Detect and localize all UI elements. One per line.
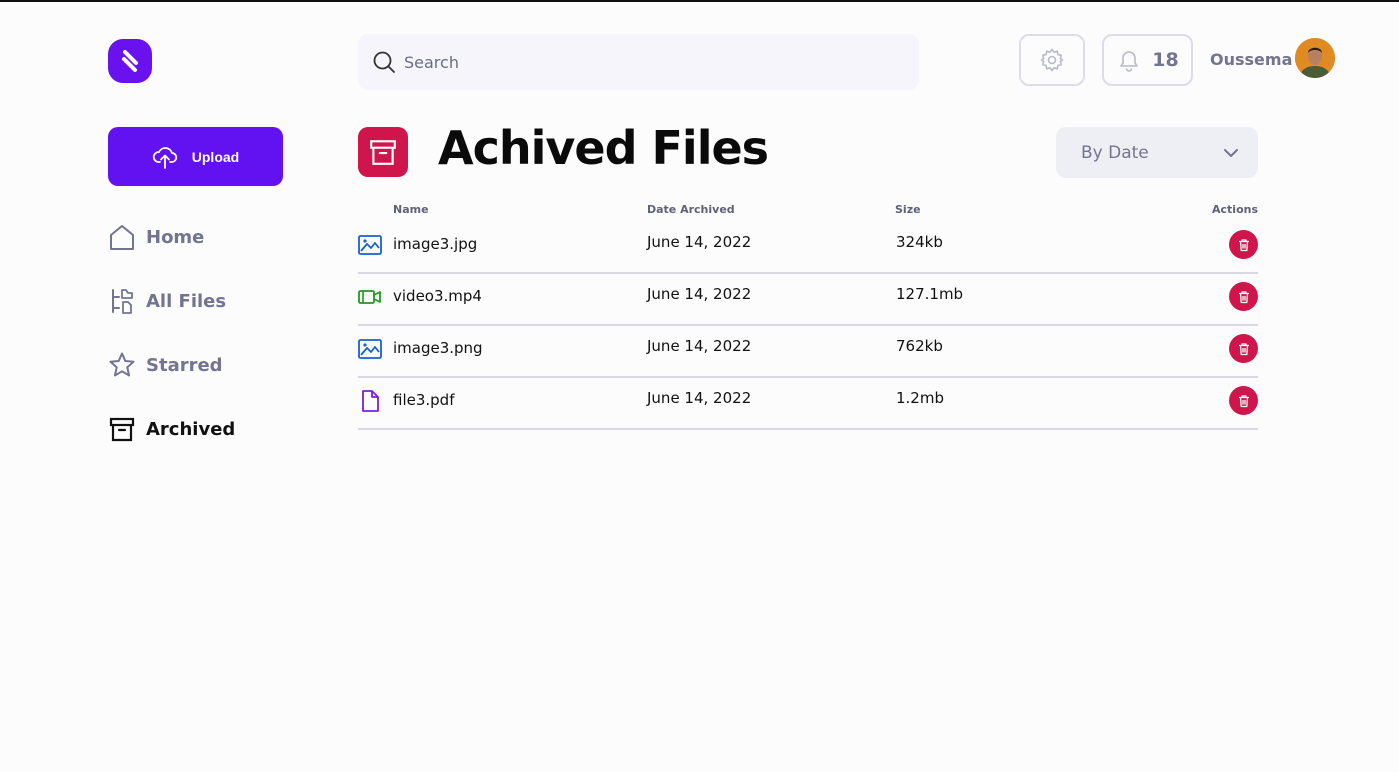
sort-selected-value: By Date (1081, 142, 1149, 163)
notifications-button[interactable]: 18 (1102, 34, 1193, 86)
sidebar-item-label: Home (146, 226, 205, 248)
cloud-upload-icon (152, 146, 177, 169)
table-row[interactable]: image3.jpg June 14, 2022 324kb (358, 222, 1258, 274)
chevron-down-icon (1224, 148, 1238, 157)
table-header: Name Date Archived Size Actions (358, 202, 1258, 222)
trash-icon (1238, 394, 1249, 407)
column-header-actions: Actions (1212, 203, 1258, 216)
sidebar-item-home[interactable]: Home (108, 217, 308, 257)
sidebar-item-label: All Files (146, 290, 227, 312)
file-date: June 14, 2022 (647, 389, 752, 407)
archived-files-table: Name Date Archived Size Actions image3.j… (358, 202, 1258, 430)
delete-button[interactable] (1229, 282, 1258, 311)
all-files-icon (108, 287, 136, 315)
search-bar[interactable] (358, 34, 919, 90)
archive-icon (370, 140, 396, 165)
trash-icon (1238, 290, 1249, 303)
avatar[interactable] (1295, 38, 1335, 78)
logo-icon (122, 50, 138, 72)
sidebar-item-all-files[interactable]: All Files (108, 281, 308, 321)
file-date: June 14, 2022 (647, 337, 752, 355)
table-row[interactable]: image3.png June 14, 2022 762kb (358, 326, 1258, 378)
sidebar-item-starred[interactable]: Starred (108, 345, 308, 385)
file-name[interactable]: file3.pdf (393, 391, 454, 409)
sidebar-item-archived[interactable]: Archived (108, 409, 308, 449)
star-icon (108, 351, 136, 379)
user-name[interactable]: Oussema (1210, 50, 1292, 69)
upload-label: Upload (191, 148, 240, 165)
table-row[interactable]: file3.pdf June 14, 2022 1.2mb (358, 378, 1258, 430)
column-header-size[interactable]: Size (895, 203, 921, 216)
notification-count: 18 (1152, 49, 1179, 71)
column-header-name[interactable]: Name (393, 203, 429, 216)
sidebar-item-label: Archived (146, 418, 236, 440)
document-icon (358, 390, 382, 412)
search-icon (373, 51, 395, 73)
file-size: 762kb (896, 337, 943, 355)
app-logo[interactable] (108, 39, 152, 83)
file-name[interactable]: video3.mp4 (393, 287, 482, 305)
trash-icon (1238, 342, 1249, 355)
settings-button[interactable] (1019, 34, 1085, 86)
video-icon (358, 286, 382, 308)
column-header-date[interactable]: Date Archived (647, 203, 735, 216)
gear-icon (1040, 48, 1064, 72)
sidebar-item-label: Starred (146, 354, 223, 376)
home-icon (108, 223, 136, 251)
archive-icon (108, 415, 136, 443)
sort-dropdown[interactable]: By Date (1056, 127, 1258, 178)
file-size: 127.1mb (896, 285, 964, 303)
image-icon (358, 338, 382, 360)
archived-title-icon (358, 127, 408, 177)
file-name[interactable]: image3.png (393, 339, 483, 357)
upload-button[interactable]: Upload (108, 127, 283, 186)
file-size: 1.2mb (896, 389, 944, 407)
table-row[interactable]: video3.mp4 June 14, 2022 127.1mb (358, 274, 1258, 326)
bell-icon (1120, 51, 1139, 72)
image-icon (358, 234, 382, 256)
search-input[interactable] (404, 52, 884, 72)
trash-icon (1238, 238, 1249, 251)
page-title: Achived Files (438, 121, 769, 175)
user-photo (1295, 38, 1335, 78)
sidebar-nav: Home All Files Starred Archived (108, 217, 308, 473)
file-date: June 14, 2022 (647, 233, 752, 251)
file-name[interactable]: image3.jpg (393, 235, 477, 253)
delete-button[interactable] (1229, 334, 1258, 363)
file-size: 324kb (896, 233, 943, 251)
delete-button[interactable] (1229, 386, 1258, 415)
delete-button[interactable] (1229, 230, 1258, 259)
file-date: June 14, 2022 (647, 285, 752, 303)
